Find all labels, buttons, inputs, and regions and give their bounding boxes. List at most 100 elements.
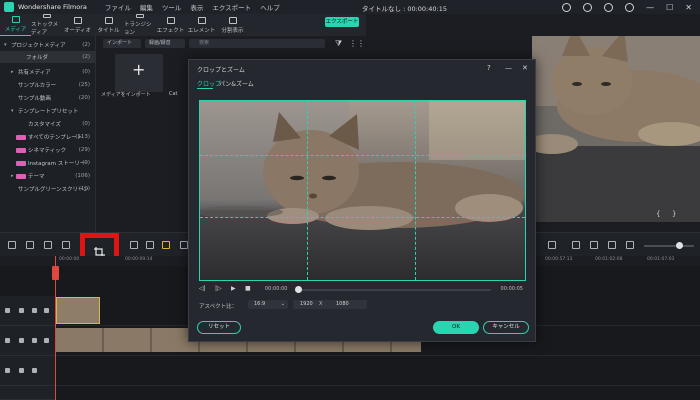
chevron-down-icon: ⌄: [280, 301, 285, 307]
sidebar-item-shared-media[interactable]: ▸ 共有メディア (0): [0, 66, 96, 78]
render-icon[interactable]: [548, 241, 556, 249]
sidebar-item-template-presets[interactable]: ▾ テンプレートプリセット: [0, 105, 96, 117]
tab-media[interactable]: メディア: [0, 14, 31, 36]
headset-icon[interactable]: [604, 2, 614, 12]
crop-frame[interactable]: [199, 100, 526, 281]
import-dropdown[interactable]: インポート: [103, 39, 141, 48]
stop-icon[interactable]: ■: [245, 285, 251, 292]
sidebar-item-instagram-stories[interactable]: Instagram ストーリー (9): [0, 157, 96, 169]
search-input[interactable]: 検索: [189, 39, 325, 48]
minimize-icon[interactable]: —: [505, 64, 512, 72]
ruler-tick: 00:00:00: [59, 257, 80, 262]
tab-effects[interactable]: エフェクト: [155, 14, 186, 36]
cancel-button[interactable]: キャンセル: [483, 321, 529, 334]
eye-icon[interactable]: [44, 308, 49, 313]
delete-icon[interactable]: [44, 241, 52, 249]
sidebar-item-folder[interactable]: フォルダ (2): [0, 51, 96, 63]
eye-icon[interactable]: [44, 338, 49, 343]
tab-transitions[interactable]: トランジション: [124, 14, 155, 36]
sidebar-item-all-templates[interactable]: すべてのテンプレート (113): [0, 131, 96, 143]
sidebar-item-cinematic[interactable]: シネマティック (29): [0, 144, 96, 156]
clip-thumbnail[interactable]: [56, 297, 100, 324]
step-back-icon[interactable]: ◁|: [199, 285, 206, 292]
maximize-button[interactable]: ☐: [666, 3, 673, 12]
close-button[interactable]: ✕: [685, 3, 692, 12]
sidebar-item-customize[interactable]: カスタマイズ (0): [0, 118, 96, 130]
close-icon[interactable]: ✕: [522, 64, 528, 72]
reset-button[interactable]: リセット: [197, 321, 241, 334]
filmora-logo-icon: [4, 2, 14, 12]
dialog-scrubber-knob[interactable]: [295, 286, 302, 293]
speed-icon[interactable]: [146, 241, 154, 249]
aspect-ratio-select[interactable]: 16:9 ⌄: [248, 300, 288, 309]
undo-icon[interactable]: [8, 241, 16, 249]
redo-icon[interactable]: [26, 241, 34, 249]
stock-icon: [42, 14, 51, 18]
video-track-icon: [5, 308, 10, 313]
import-media-tile[interactable]: +: [115, 54, 163, 92]
active-tab-indicator: [197, 88, 213, 89]
sidebar-item-sample-colors[interactable]: サンプルカラー (25): [0, 79, 96, 91]
lock-icon[interactable]: [19, 308, 24, 313]
lock-icon[interactable]: [19, 368, 24, 373]
cut-icon[interactable]: [62, 241, 70, 249]
menu-edit[interactable]: 編集: [140, 2, 153, 12]
sidebar-item-sample-videos[interactable]: サンプル動画 (20): [0, 92, 96, 104]
tab-crop[interactable]: クロップ: [197, 79, 221, 88]
shield-icon[interactable]: [572, 241, 580, 249]
bracket-right-icon[interactable]: }: [672, 210, 676, 218]
sidebar-item-green-screen[interactable]: サンプルグリーンスクリーン (10): [0, 183, 96, 195]
zoom-slider-knob[interactable]: [676, 242, 683, 249]
notification-icon[interactable]: [625, 2, 635, 12]
help-icon[interactable]: ?: [487, 64, 491, 72]
main-toolbar: メディア ストックメディア オーディオ タイトル トランジション エフェクト エ…: [0, 14, 366, 36]
tab-elements[interactable]: エレメント: [186, 14, 217, 36]
current-time: 00:00:00: [265, 286, 288, 292]
sidebar-item-project-media[interactable]: ▾ プロジェクトメディア (2): [0, 39, 96, 51]
filter-icon[interactable]: ⧩: [335, 39, 342, 49]
menu-help[interactable]: ヘルプ: [260, 2, 280, 12]
track-header-audio-2: [0, 386, 55, 400]
audio-adjust-icon[interactable]: [180, 241, 188, 249]
tab-pan-zoom[interactable]: パン&ズーム: [219, 79, 254, 88]
bracket-left-icon[interactable]: {: [656, 210, 660, 218]
menu-view[interactable]: 表示: [190, 2, 203, 12]
zoom-slider[interactable]: [644, 245, 694, 247]
lock-icon[interactable]: [19, 338, 24, 343]
dialog-scrubber[interactable]: [295, 289, 491, 291]
sidebar-item-themes[interactable]: ▸ テーマ (106): [0, 170, 96, 182]
minimize-button[interactable]: —: [646, 3, 654, 12]
sun-icon[interactable]: [583, 2, 593, 12]
audio-icon[interactable]: [32, 338, 37, 343]
grid-view-icon[interactable]: ⋮⋮: [349, 39, 365, 48]
width-field[interactable]: 1920: [293, 300, 331, 309]
track-audio-1[interactable]: [55, 356, 700, 386]
record-dropdown[interactable]: 録画/録音: [145, 39, 185, 48]
height-field[interactable]: 1080: [329, 300, 367, 309]
tab-titles[interactable]: タイトル: [93, 14, 124, 36]
menu-tools[interactable]: ツール: [162, 2, 182, 12]
play-icon[interactable]: ▶: [231, 285, 236, 292]
ok-button[interactable]: OK: [433, 321, 479, 334]
keyframe-icon[interactable]: [162, 241, 170, 249]
playhead-handle[interactable]: [52, 266, 59, 280]
voiceover-icon[interactable]: [608, 241, 616, 249]
audio-icon[interactable]: [32, 308, 37, 313]
pro-badge-icon: [16, 147, 26, 153]
chevron-down-icon: ▾: [4, 42, 7, 48]
audio-icon[interactable]: [32, 368, 37, 373]
color-icon[interactable]: [130, 241, 138, 249]
tab-audio[interactable]: オーディオ: [62, 14, 93, 36]
snapshot-icon[interactable]: [626, 241, 634, 249]
microphone-icon[interactable]: [590, 241, 598, 249]
tab-stock-media[interactable]: ストックメディア: [31, 14, 62, 36]
cloud-icon[interactable]: [562, 2, 572, 12]
tab-split-screen[interactable]: 分割表示: [217, 14, 248, 36]
audio-track-icon: [5, 368, 10, 373]
clip-label: Cat: [169, 91, 178, 97]
menu-file[interactable]: ファイル: [105, 2, 131, 12]
export-button[interactable]: エクスポート: [325, 17, 359, 27]
step-forward-icon[interactable]: |▷: [215, 285, 222, 292]
pro-badge-icon: [16, 160, 26, 166]
menu-export[interactable]: エクスポート: [212, 2, 251, 12]
